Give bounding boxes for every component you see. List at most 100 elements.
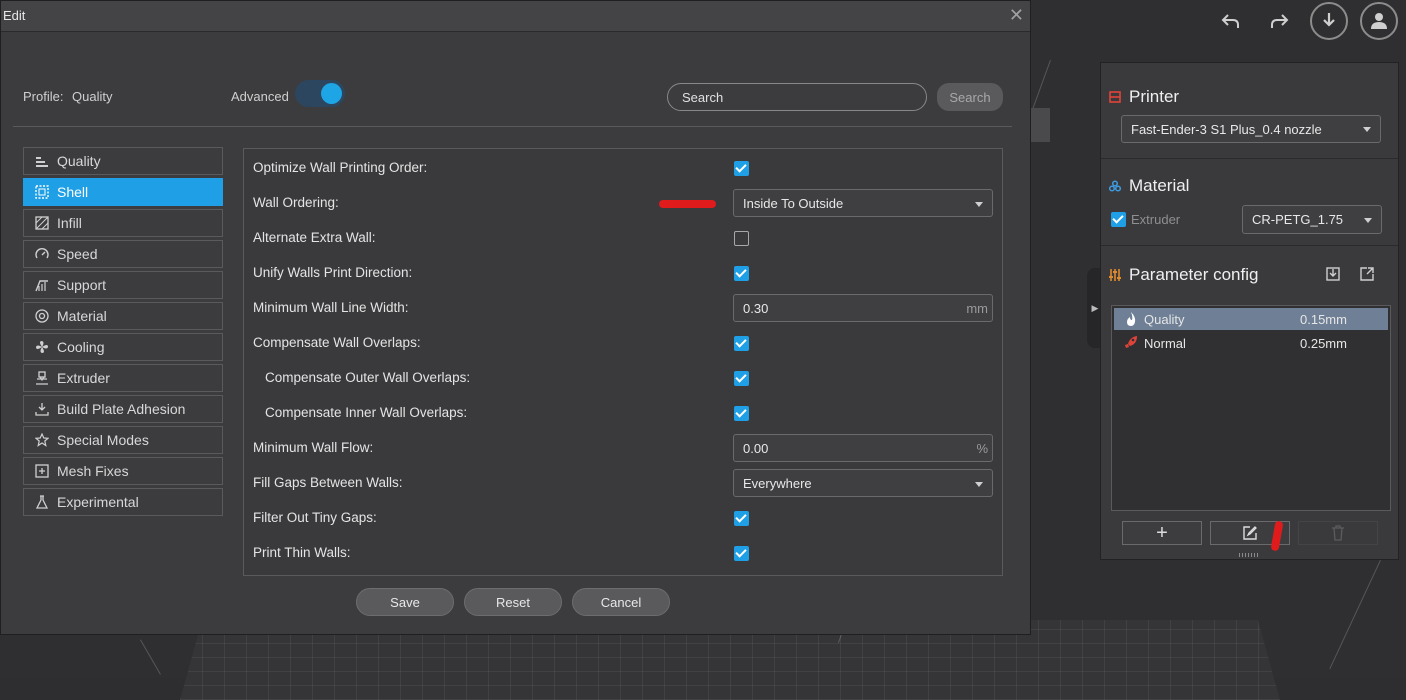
category-label: Material	[57, 308, 107, 324]
delete-profile-button[interactable]	[1298, 521, 1378, 545]
import-icon	[1326, 267, 1340, 281]
cancel-button[interactable]: Cancel	[572, 588, 670, 616]
user-icon	[1371, 13, 1387, 29]
filter-tiny-gaps-checkbox[interactable]	[734, 511, 749, 526]
undo-button[interactable]	[1218, 8, 1244, 34]
search-input[interactable]	[667, 83, 927, 111]
setting-row: Compensate Wall Overlaps:	[244, 325, 1002, 360]
category-experimental[interactable]: Experimental	[23, 488, 223, 516]
rocket-icon	[1125, 336, 1137, 348]
setting-row: Filter Out Tiny Gaps:	[244, 500, 1002, 535]
redo-button[interactable]	[1266, 8, 1292, 34]
fill-gaps-select[interactable]: Everywhere	[733, 469, 993, 497]
compensate-outer-wall-checkbox[interactable]	[734, 371, 749, 386]
input-value: 0.30	[743, 301, 769, 316]
setting-label: Unify Walls Print Direction:	[253, 265, 413, 280]
setting-row: Minimum Wall Flow: 0.00 %	[244, 430, 1002, 465]
compensate-inner-wall-checkbox[interactable]	[734, 406, 749, 421]
setting-label: Alternate Extra Wall:	[253, 230, 376, 245]
min-wall-flow-input[interactable]: 0.00 %	[733, 434, 993, 462]
import-profile-button[interactable]	[1325, 266, 1343, 284]
viewport-collapse-handle[interactable]	[1030, 108, 1050, 142]
setting-row: Unify Walls Print Direction:	[244, 255, 1002, 290]
extruder-checkbox[interactable]	[1111, 212, 1126, 227]
alternate-extra-wall-checkbox[interactable]	[734, 231, 749, 246]
material-select[interactable]: CR-PETG_1.75	[1242, 205, 1382, 234]
extruder-icon	[36, 371, 48, 385]
profile-layer-height: 0.15mm	[1300, 311, 1347, 327]
chevron-down-icon	[1363, 127, 1371, 132]
viewport-guide-line	[1329, 560, 1381, 670]
category-speed[interactable]: Speed	[23, 240, 223, 268]
setting-label: Compensate Wall Overlaps:	[253, 335, 421, 350]
compensate-wall-overlaps-checkbox[interactable]	[734, 336, 749, 351]
unit-label: mm	[966, 301, 988, 316]
sliders-icon	[1109, 269, 1121, 281]
category-shell[interactable]: Shell	[23, 178, 223, 206]
category-cooling[interactable]: Cooling	[23, 333, 223, 361]
panel-resize-grip[interactable]	[1239, 553, 1259, 557]
profile-name: Normal	[1144, 335, 1186, 351]
category-extruder[interactable]: Extruder	[23, 364, 223, 392]
edit-dialog: Edit ✕ Profile: Quality Advanced Search …	[0, 0, 1031, 635]
account-button[interactable]	[1360, 2, 1398, 40]
category-material[interactable]: Material	[23, 302, 223, 330]
unify-walls-direction-checkbox[interactable]	[734, 266, 749, 281]
material-section-title: Material	[1109, 176, 1189, 196]
right-settings-panel: Printer Fast-Ender-3 S1 Plus_0.4 nozzle …	[1100, 62, 1399, 560]
quality-icon	[36, 157, 48, 167]
setting-label: Print Thin Walls:	[253, 545, 351, 560]
list-item-normal[interactable]: Normal 0.25mm	[1114, 332, 1388, 354]
setting-row: Print Thin Walls:	[244, 535, 1002, 570]
dialog-title: Edit	[3, 8, 26, 23]
add-profile-button[interactable]: +	[1122, 521, 1202, 545]
section-divider	[1101, 158, 1398, 159]
flask-icon	[35, 495, 49, 509]
min-wall-line-width-input[interactable]: 0.30 mm	[733, 294, 993, 322]
list-item-quality[interactable]: Quality 0.15mm	[1114, 308, 1388, 330]
edit-icon	[1243, 526, 1257, 540]
mesh-fixes-icon	[35, 464, 49, 478]
category-mesh-fixes[interactable]: Mesh Fixes	[23, 457, 223, 485]
shell-settings-panel: Optimize Wall Printing Order: Wall Order…	[243, 148, 1003, 576]
category-build-plate-adhesion[interactable]: Build Plate Adhesion	[23, 395, 223, 423]
setting-label: Compensate Outer Wall Overlaps:	[265, 370, 471, 385]
trash-icon	[1332, 525, 1344, 541]
printer-section-title: Printer	[1109, 87, 1179, 107]
profile-label: Profile:	[23, 89, 64, 104]
print-thin-walls-checkbox[interactable]	[734, 546, 749, 561]
category-support[interactable]: Support	[23, 271, 223, 299]
search-button[interactable]: Search	[937, 83, 1003, 111]
download-icon	[1323, 13, 1335, 27]
select-value: Everywhere	[743, 476, 812, 491]
toggle-knob	[321, 83, 342, 104]
setting-row: Optimize Wall Printing Order:	[244, 150, 1002, 185]
download-button[interactable]	[1310, 2, 1348, 40]
category-special-modes[interactable]: Special Modes	[23, 426, 223, 454]
save-button[interactable]: Save	[356, 588, 454, 616]
category-label: Extruder	[57, 370, 110, 386]
redo-icon	[1271, 14, 1289, 28]
category-quality[interactable]: Quality	[23, 147, 223, 175]
quality-profile-list: Quality 0.15mm Normal 0.25mm	[1111, 305, 1391, 511]
chevron-down-icon	[975, 202, 983, 207]
category-infill[interactable]: Infill	[23, 209, 223, 237]
export-profile-button[interactable]	[1359, 266, 1377, 284]
advanced-toggle[interactable]	[295, 80, 345, 107]
undo-icon	[1221, 14, 1239, 28]
wall-ordering-select[interactable]: Inside To Outside	[733, 189, 993, 217]
star-icon	[35, 433, 49, 447]
printer-select[interactable]: Fast-Ender-3 S1 Plus_0.4 nozzle	[1121, 115, 1381, 143]
setting-label: Wall Ordering:	[253, 195, 339, 210]
category-label: Cooling	[57, 339, 105, 355]
close-icon[interactable]: ✕	[1009, 5, 1024, 26]
category-label: Build Plate Adhesion	[57, 401, 186, 417]
reset-button[interactable]: Reset	[464, 588, 562, 616]
setting-row: Fill Gaps Between Walls: Everywhere	[244, 465, 1002, 500]
optimize-wall-order-checkbox[interactable]	[734, 161, 749, 176]
category-label: Experimental	[57, 494, 139, 510]
param-config-section-title: Parameter config	[1109, 265, 1258, 285]
unit-label: %	[976, 441, 988, 456]
dialog-titlebar[interactable]: Edit ✕	[1, 1, 1030, 32]
setting-label: Minimum Wall Line Width:	[253, 300, 409, 315]
